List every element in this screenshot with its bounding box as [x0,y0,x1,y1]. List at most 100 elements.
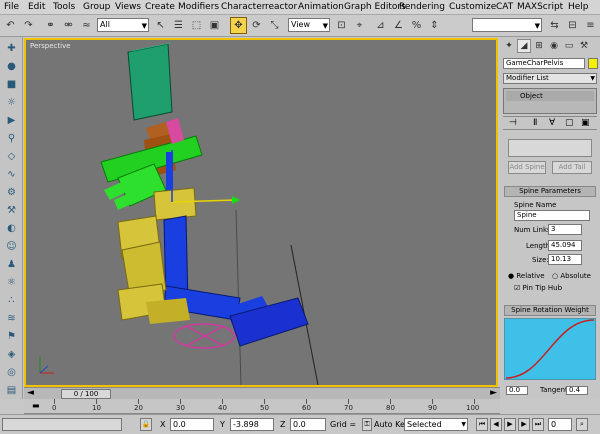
menu-views[interactable]: Views [115,2,141,12]
shapes-icon[interactable]: ∿ [3,167,20,182]
menu-reactor[interactable]: reactor [265,2,297,12]
menu-maxscript[interactable]: MAXScript [517,2,563,12]
pin-stack-icon[interactable]: ⊣ [509,118,517,128]
mini-curve-editor-icon[interactable]: ▬ [32,401,40,410]
link-icon[interactable]: ⚭ [42,17,59,34]
rotation-weight-curve-graph[interactable] [504,318,596,380]
light-icon[interactable]: ☼ [3,95,20,110]
head-mesh[interactable] [127,43,173,121]
display-tab-icon[interactable]: ▭ [562,39,576,53]
key-mode-icon[interactable]: ⚿ [362,418,372,431]
previous-frame-icon[interactable]: ◄ [27,388,34,398]
bind-space-warp-icon[interactable]: ≈ [78,17,95,34]
spine-name-field[interactable]: Spine [514,210,590,221]
scene-icon[interactable]: ▤ [3,383,20,398]
hierarchy-tab-icon[interactable]: ⊞ [532,39,546,53]
character-icon[interactable]: ☺ [3,239,20,254]
biped-icon[interactable]: ♟ [3,257,20,272]
modifier-icon[interactable]: ⚙ [3,185,20,200]
mirror-icon[interactable]: ⇆ [546,17,563,34]
render-icon[interactable]: ◈ [3,347,20,362]
next-frame-icon[interactable]: ► [490,388,497,398]
menu-help[interactable]: Help [568,2,589,12]
bone-icon[interactable]: ⚲ [3,131,20,146]
absolute-radio[interactable]: ○ Absolute [552,272,591,280]
relative-radio[interactable]: ● Relative [508,272,545,280]
select-region-icon[interactable]: ⬚ [188,17,205,34]
select-move-icon[interactable]: ✥ [230,17,247,34]
perspective-viewport[interactable]: Perspective [24,38,498,387]
select-object-icon[interactable]: ↖ [152,17,169,34]
spine-rotation-weight-rollout[interactable]: Spine Rotation Weight [504,305,596,316]
space-warp-icon[interactable]: ≋ [3,311,20,326]
create-tab-icon[interactable]: ✦ [502,39,516,53]
menu-group[interactable]: Group [83,2,110,12]
menu-file[interactable]: File [4,2,19,12]
menu-animation[interactable]: Animation [298,2,344,12]
previous-key-icon[interactable]: ◀ [490,418,502,431]
remove-modifier-icon[interactable]: ▢ [565,118,574,128]
systems-icon[interactable]: ⚑ [3,329,20,344]
play-icon[interactable]: ▶ [504,418,516,431]
current-frame-field[interactable]: 0 [548,418,572,431]
material-icon[interactable]: ◐ [3,221,20,236]
wrench-icon[interactable]: ⚒ [3,203,20,218]
spinner-snap-icon[interactable]: ⇕ [426,17,443,34]
spine-parameters-rollout[interactable]: Spine Parameters [504,186,596,197]
use-pivot-center-icon[interactable]: ⊡ [333,17,350,34]
menu-cat[interactable]: CAT [496,2,513,12]
z-coord-field[interactable]: 0.0 [290,418,326,431]
add-tail-button[interactable]: Add Tail [552,161,592,174]
curve-start-field[interactable]: 0.0 [506,386,528,395]
pin-tip-checkbox[interactable]: ☑ Pin Tip Hub [514,284,562,292]
align-icon[interactable]: ⊟ [564,17,581,34]
y-coord-field[interactable]: -3.898 [230,418,274,431]
yellow-toe-mesh[interactable] [146,298,190,324]
go-to-start-icon[interactable]: ⏮ [476,418,488,431]
create-icon[interactable]: ✚ [3,41,20,56]
add-spine-button[interactable]: Add Spine [508,161,546,174]
pelvis-mesh[interactable] [153,187,197,221]
length-field[interactable]: 45.094 [548,240,582,251]
lock-selection-icon[interactable]: 🔒 [140,418,152,431]
size-field[interactable]: 10.13 [548,254,582,265]
num-links-field[interactable]: 3 [548,224,582,235]
limb-list-box[interactable] [508,139,592,157]
menu-tools[interactable]: Tools [53,2,75,12]
select-by-name-icon[interactable]: ☰ [170,17,187,34]
menu-graph-editors[interactable]: Graph Editors [344,2,406,12]
helper-icon[interactable]: ◇ [3,149,20,164]
make-unique-icon[interactable]: ∀ [549,118,555,128]
select-scale-icon[interactable]: ⤡ [266,17,283,34]
zoom-icon[interactable]: ⌕ [576,418,588,431]
modify-tab-icon[interactable]: ◢ [517,39,531,53]
gizmo-x-arrow[interactable] [232,196,240,204]
stack-item-object[interactable]: Object [506,91,594,101]
selected-dropdown[interactable]: Selected ▼ [404,418,468,431]
particle-icon[interactable]: ∴ [3,293,20,308]
selection-filter-dropdown[interactable]: All ▼ [97,18,149,32]
menu-edit[interactable]: Edit [28,2,45,12]
percent-snap-icon[interactable]: % [408,17,425,34]
layer-manager-icon[interactable]: ≡ [582,17,599,34]
select-manipulate-icon[interactable]: ⌖ [351,17,368,34]
menu-create[interactable]: Create [145,2,175,12]
tangent-field[interactable]: 0.4 [566,386,588,395]
window-crossing-icon[interactable]: ▣ [206,17,223,34]
snaps-toggle-icon[interactable]: ⊿ [372,17,389,34]
object-name-field[interactable]: GameCharPelvis [503,58,585,69]
select-rotate-icon[interactable]: ⟳ [248,17,265,34]
x-coord-field[interactable]: 0.0 [170,418,214,431]
object-color-swatch[interactable] [588,58,598,69]
environment-icon[interactable]: ◎ [3,365,20,380]
reference-coord-dropdown[interactable]: View ▼ [288,18,330,32]
menu-customize[interactable]: Customize [449,2,496,12]
menu-character[interactable]: Character [221,2,265,12]
show-end-result-icon[interactable]: Ⅱ [533,118,537,128]
menu-modifiers[interactable]: Modifiers [178,2,219,12]
utilities-tab-icon[interactable]: ⚒ [577,39,591,53]
track-bar[interactable]: ▬ 0 10 20 30 40 50 60 70 80 90 100 [24,399,500,414]
unlink-icon[interactable]: ⚮ [60,17,77,34]
box-icon[interactable]: ■ [3,77,20,92]
redo-icon[interactable]: ↷ [20,17,37,34]
